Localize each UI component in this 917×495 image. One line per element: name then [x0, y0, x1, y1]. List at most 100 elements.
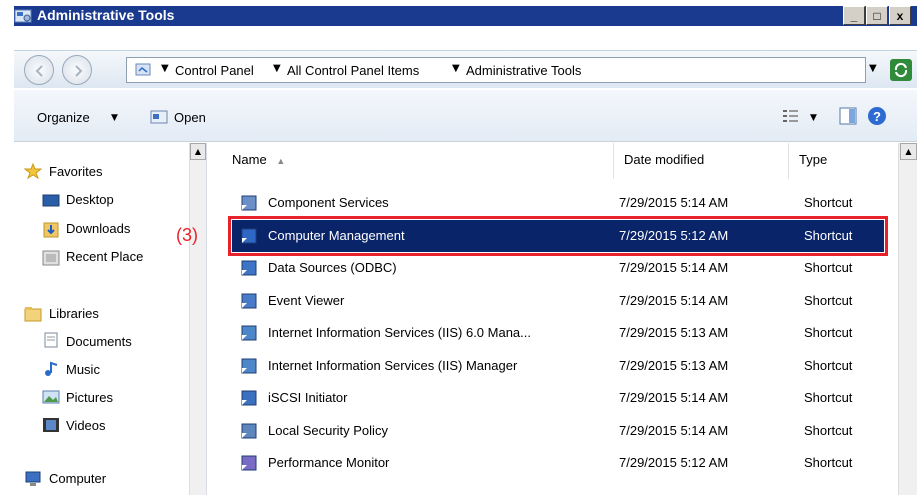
- file-row[interactable]: Data Sources (ODBC) 7/29/2015 5:14 AM Shor…: [232, 252, 884, 284]
- file-list-scrollbar[interactable]: ▲: [898, 143, 917, 495]
- scroll-up-icon[interactable]: ▲: [190, 143, 206, 160]
- event-viewer-icon: [241, 293, 257, 308]
- file-type: Shortcut: [804, 357, 853, 373]
- file-date-modified: 7/29/2015 5:14 AM: [619, 260, 729, 275]
- breadcrumb-separator-icon: ▼: [452, 63, 460, 74]
- breadcrumb-separator-icon: ▼: [161, 63, 169, 74]
- organize-button[interactable]: Organize: [37, 110, 90, 125]
- downloads-icon: [43, 222, 59, 238]
- help-icon[interactable]: ?: [867, 106, 887, 126]
- nav-documents[interactable]: Documents: [66, 334, 132, 349]
- file-name: Event Viewer: [268, 292, 345, 308]
- nav-pictures[interactable]: Pictures: [66, 390, 113, 405]
- music-icon: [45, 361, 58, 376]
- file-date-modified: 7/29/2015 5:13 AM: [619, 325, 729, 340]
- file-name: iSCSI Initiator: [268, 390, 348, 405]
- navigation-pane: Favorites Desktop Downloads Recent Place…: [14, 143, 207, 495]
- file-name: Internet Information Services (IIS) Mana…: [268, 357, 518, 373]
- file-row[interactable]: Computer Management 7/29/2015 5:12 AM Shor…: [228, 215, 888, 256]
- breadcrumb-control-panel[interactable]: Control Panel: [175, 63, 254, 78]
- file-row[interactable]: Internet Information Services (IIS) 6.0 …: [232, 317, 884, 349]
- breadcrumb-administrative-tools[interactable]: Administrative Tools: [466, 63, 581, 78]
- file-type: Shortcut: [804, 292, 853, 308]
- file-date-modified: 7/29/2015 5:14 AM: [619, 422, 729, 438]
- column-header-type[interactable]: Type: [789, 143, 894, 179]
- view-dropdown-icon[interactable]: ▼: [810, 113, 817, 123]
- address-field[interactable]: ▼ Control Panel ▼ All Control Panel Item…: [126, 57, 866, 83]
- iscsi-icon: [241, 390, 257, 406]
- column-header-date[interactable]: Date modified: [614, 143, 789, 179]
- desktop-icon: [42, 194, 60, 207]
- forward-arrow-icon: [75, 65, 83, 77]
- file-type: Shortcut: [804, 227, 853, 243]
- forward-button[interactable]: [62, 55, 92, 85]
- back-arrow-icon: [35, 65, 43, 77]
- command-bar: Organize ▼ Open ▼ ?: [14, 90, 917, 142]
- videos-icon: [43, 418, 59, 432]
- preview-pane-icon[interactable]: [839, 107, 857, 125]
- file-date-modified: 7/29/2015 5:14 AM: [619, 390, 729, 405]
- file-type: Shortcut: [804, 325, 853, 340]
- window-title: Administrative Tools: [37, 7, 175, 23]
- scroll-up-icon[interactable]: ▲: [900, 143, 917, 160]
- file-row[interactable]: Performance Monitor 7/29/2015 5:12 AM Shor…: [232, 447, 884, 479]
- file-name: Performance Monitor: [268, 455, 390, 470]
- breadcrumb-all-items[interactable]: All Control Panel Items: [287, 63, 419, 78]
- back-button[interactable]: [24, 55, 54, 85]
- libraries-icon: [24, 307, 42, 322]
- file-date-modified: 7/29/2015 5:12 AM: [619, 455, 729, 470]
- nav-favorites[interactable]: Favorites: [49, 164, 102, 179]
- file-name: Local Security Policy: [268, 422, 388, 438]
- performance-monitor-icon: [241, 455, 257, 471]
- sort-ascending-icon: ▲: [276, 156, 286, 166]
- file-type: Shortcut: [804, 455, 853, 470]
- nav-downloads[interactable]: Downloads: [66, 221, 130, 236]
- file-name: Internet Information Services (IIS) 6.0 …: [268, 325, 532, 340]
- nav-libraries[interactable]: Libraries: [49, 306, 99, 321]
- title-bar: Administrative Tools _ □ x: [0, 0, 917, 32]
- column-header-name[interactable]: Name ▲: [222, 143, 614, 179]
- svg-text:?: ?: [873, 109, 881, 124]
- administrative-tools-icon: [14, 9, 32, 23]
- computer-icon: [25, 471, 41, 486]
- file-type: Shortcut: [804, 195, 853, 210]
- file-name: Computer Management: [268, 227, 405, 243]
- file-date-modified: 7/29/2015 5:12 AM: [619, 227, 729, 243]
- computer-management-icon: [241, 228, 257, 243]
- nav-desktop[interactable]: Desktop: [66, 192, 114, 207]
- favorites-star-icon: [24, 163, 42, 179]
- file-date-modified: 7/29/2015 5:14 AM: [619, 195, 729, 210]
- minimize-button[interactable]: _: [843, 6, 865, 25]
- maximize-button[interactable]: □: [866, 6, 888, 25]
- file-row[interactable]: Event Viewer 7/29/2015 5:14 AM Shortcut: [232, 285, 884, 317]
- refresh-button[interactable]: [890, 59, 912, 81]
- component-services-icon: [241, 195, 257, 211]
- file-name: Data Sources (ODBC): [268, 260, 397, 275]
- nav-videos[interactable]: Videos: [66, 418, 106, 433]
- file-date-modified: 7/29/2015 5:14 AM: [619, 292, 729, 308]
- organize-dropdown-icon[interactable]: ▼: [111, 113, 118, 123]
- close-button[interactable]: x: [889, 6, 911, 25]
- nav-computer[interactable]: Computer: [49, 471, 106, 486]
- step-annotation: (3): [176, 225, 198, 245]
- address-dropdown-icon[interactable]: ▼: [869, 63, 877, 74]
- file-row[interactable]: iSCSI Initiator 7/29/2015 5:14 AM Shortcut: [232, 382, 884, 414]
- file-list: Name ▲ Date modified Type Component Serv…: [222, 143, 894, 495]
- nav-recent-places[interactable]: Recent Place: [66, 249, 143, 264]
- file-row[interactable]: Local Security Policy 7/29/2015 5:14 AM Sh…: [232, 415, 884, 447]
- nav-music[interactable]: Music: [66, 362, 100, 377]
- view-options-icon[interactable]: [782, 108, 800, 124]
- recent-places-icon: [42, 250, 60, 266]
- breadcrumb-separator-icon: ▼: [273, 63, 281, 74]
- file-row[interactable]: Internet Information Services (IIS) Mana…: [232, 350, 884, 382]
- documents-icon: [44, 332, 58, 348]
- iis6-icon: [241, 325, 257, 341]
- file-type: Shortcut: [804, 422, 853, 438]
- file-row[interactable]: Component Services 7/29/2015 5:14 AM Short…: [232, 187, 884, 219]
- security-policy-icon: [241, 423, 257, 438]
- open-button[interactable]: Open: [174, 110, 206, 125]
- navigation-scrollbar[interactable]: ▲: [189, 143, 206, 495]
- file-date-modified: 7/29/2015 5:13 AM: [619, 357, 729, 373]
- file-type: Shortcut: [804, 260, 853, 275]
- pictures-icon: [42, 390, 60, 404]
